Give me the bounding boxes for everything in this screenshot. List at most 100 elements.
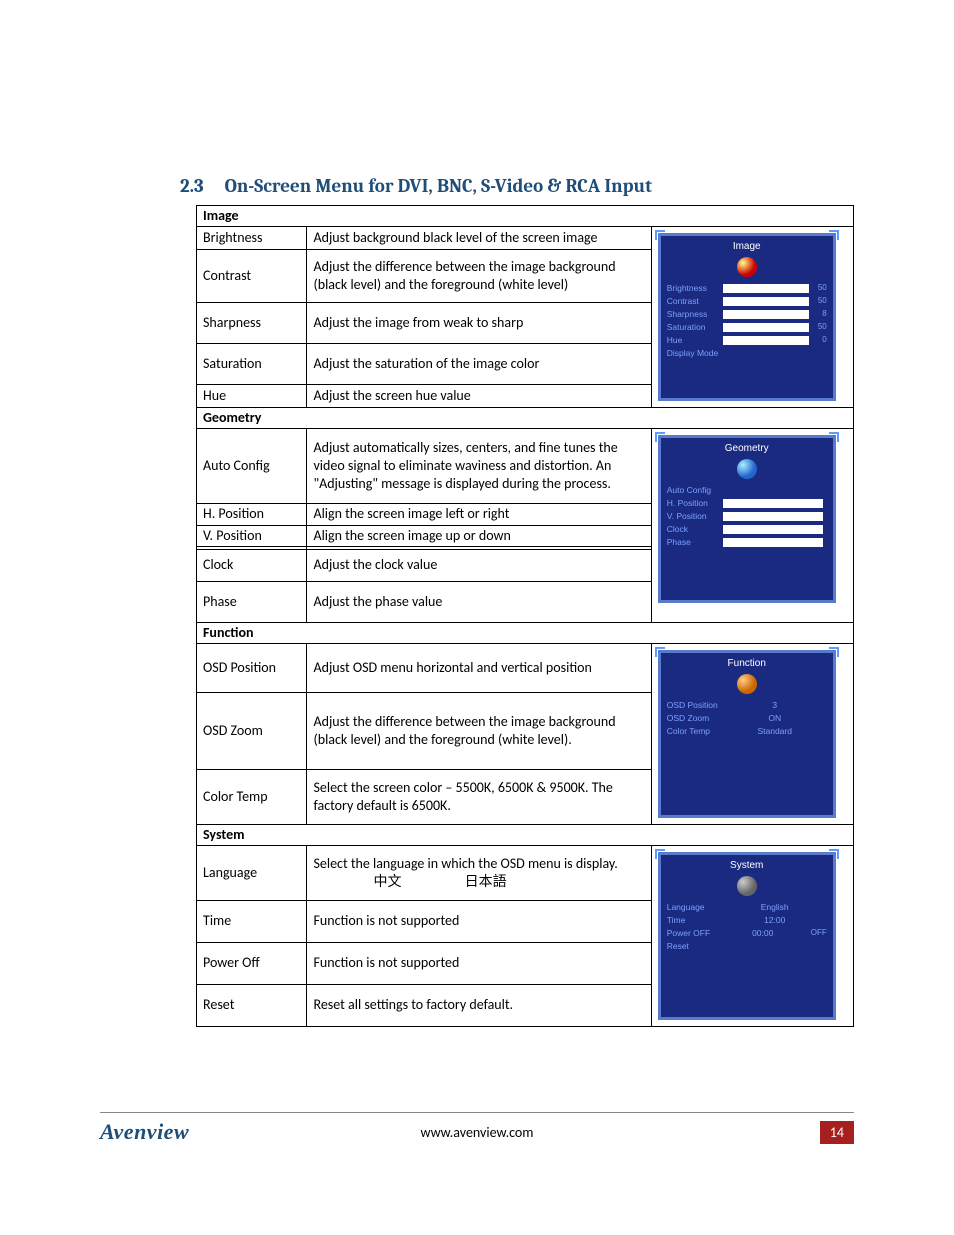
row-desc: Align the screen image left or right [307,504,651,525]
row-name: Clock [197,549,307,581]
osd-item-label: Contrast [667,296,723,307]
osd-box-geometry: Geometry Auto Config H. Position V. Positi… [658,435,836,603]
row-name: Time [197,900,307,942]
osd-item: Display Mode [667,347,827,360]
osd-item-label: Phase [667,537,723,548]
row-name: V. Position [197,525,307,546]
section-header-image: Image [197,206,854,227]
function-icon [737,674,757,694]
lang-desc: Select the language in which the OSD men… [313,855,617,872]
row-name: OSD Zoom [197,693,307,770]
osd-item-value: 0 [813,335,827,345]
image-icon [737,257,757,277]
brand-logo: Avenview [100,1119,189,1145]
lang-option-jp: 日本語 [465,873,507,891]
osd-item: H. Position [667,497,827,510]
osd-item: Clock [667,523,827,536]
row-name: Contrast [197,250,307,303]
osd-item: Sharpness8 [667,308,827,321]
osd-item-label: Hue [667,335,723,346]
osd-item: Contrast 50 [667,295,827,308]
osd-screenshot-system: System LanguageEnglishTime12:00Power OFF… [651,846,853,1027]
slider-bar [723,284,809,293]
row-desc: Adjust background black level of the scr… [307,227,651,250]
osd-item-value: ON [723,713,827,724]
footer-url: www.avenview.com [421,1124,534,1141]
row-name: OSD Position [197,643,307,692]
osd-item-value: 50 [813,296,827,306]
row-desc: Adjust the saturation of the image color [307,344,651,385]
osd-item-label: Display Mode [667,348,723,359]
osd-item: LanguageEnglish [667,901,827,914]
osd-item: Power OFF00:00OFF [667,927,827,940]
row-desc: Function is not supported [307,942,651,984]
osd-screenshot-geometry: Geometry Auto Config H. Position V. Positi… [651,429,853,622]
row-name: Sharpness [197,303,307,344]
row-name: Hue [197,385,307,408]
row-name: Language [197,846,307,901]
lang-option-zh: 中文 [373,873,401,891]
section-header-system: System [197,824,854,845]
osd-item-label: Reset [667,941,723,952]
osd-item: Phase [667,536,827,549]
slider-bar [723,310,809,319]
slider-bar [723,323,809,332]
osd-item-label: Auto Config [667,485,723,496]
row-name: Reset [197,984,307,1026]
osd-item: V. Position [667,510,827,523]
osd-item: OSD Position3 [667,699,827,712]
osd-item-label: Color Temp [667,726,723,737]
osd-item: Hue 0 [667,334,827,347]
osd-item: Auto Config [667,484,827,497]
page-number: 14 [820,1121,854,1144]
osd-item-label: Saturation [667,322,723,333]
osd-title: System [661,859,833,872]
osd-item: Reset [667,940,827,953]
osd-title: Geometry [661,442,833,455]
row-name: Saturation [197,344,307,385]
osd-item-value: Standard [723,726,827,737]
osd-item-label: Power OFF [667,928,723,939]
row-desc: Adjust the difference between the image … [307,693,651,770]
osd-item-extra: OFF [803,928,827,938]
slider-bar [723,336,809,345]
osd-item-label: Time [667,915,723,926]
osd-screenshot-image: Image Brightness50Contrast50Sharpness8Sa… [651,227,853,408]
osd-box-function: Function OSD Position3OSD ZoomONColor Te… [658,650,836,818]
row-desc: Adjust the clock value [307,549,651,581]
osd-title: Image [661,240,833,253]
osd-items-image: Brightness50Contrast50Sharpness8Saturati… [661,280,833,362]
osd-item-label: OSD Position [667,700,723,711]
osd-item-label: Brightness [667,283,723,294]
osd-items-system: LanguageEnglishTime12:00Power OFF00:00OF… [661,899,833,955]
osd-item-label: Language [667,902,723,913]
osd-item-value: English [723,902,827,913]
osd-menu-table: Image Brightness Adjust background black… [196,205,854,1027]
osd-item-value: 50 [813,283,827,293]
section-header-geometry: Geometry [197,408,854,429]
heading-title: On-Screen Menu for DVI, BNC, S-Video & R… [225,175,652,197]
row-desc: Adjust OSD menu horizontal and vertical … [307,643,651,692]
osd-item: Time12:00 [667,914,827,927]
row-desc: Reset all settings to factory default. [307,984,651,1026]
row-name: Phase [197,581,307,622]
slider-bar [723,525,823,534]
slider-bar [723,538,823,547]
osd-item-label: Sharpness [667,309,723,320]
osd-item-label: V. Position [667,511,723,522]
row-desc: Adjust the screen hue value [307,385,651,408]
geometry-icon [737,459,757,479]
osd-item-label: H. Position [667,498,723,509]
osd-item-label: OSD Zoom [667,713,723,724]
row-desc: Select the screen color – 5500K, 6500K &… [307,770,651,825]
osd-item-label: Clock [667,524,723,535]
slider-bar [723,512,823,521]
osd-item: OSD ZoomON [667,712,827,725]
osd-item-value: 50 [813,322,827,332]
row-name: Auto Config [197,429,307,504]
osd-screenshot-function: Function OSD Position3OSD ZoomONColor Te… [651,643,853,824]
section-header-function: Function [197,622,854,643]
osd-items-function: OSD Position3OSD ZoomONColor TempStandar… [661,697,833,740]
osd-item: Saturation 50 [667,321,827,334]
row-desc: Select the language in which the OSD men… [307,846,651,901]
